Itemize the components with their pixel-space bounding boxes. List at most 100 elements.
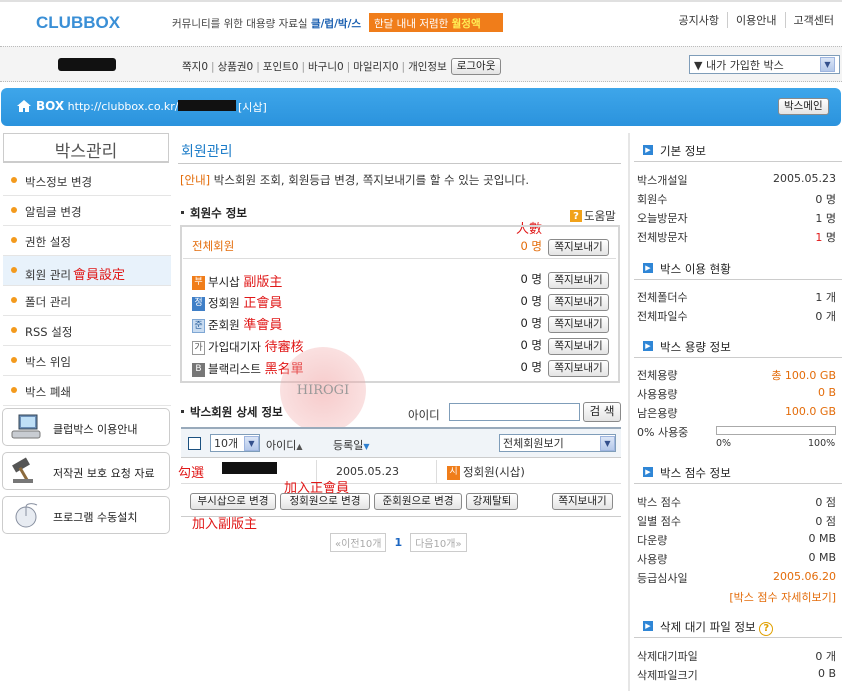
bullet-icon bbox=[11, 207, 17, 213]
scale-min: 0% bbox=[716, 438, 732, 449]
pagination: «이전10개 1 다음10개» bbox=[330, 533, 467, 552]
info-row: 사용량 0 MB bbox=[637, 551, 836, 566]
install-box[interactable]: 프로그램 수동설치 bbox=[2, 496, 170, 534]
send-message-all-button[interactable]: 쪽지보내기 bbox=[548, 239, 609, 256]
logout-button[interactable]: 로그아웃 bbox=[450, 58, 502, 75]
link-points[interactable]: 포인트0 bbox=[263, 59, 299, 74]
all-members-label: 전체회원 bbox=[192, 239, 235, 253]
current-page[interactable]: 1 bbox=[394, 536, 402, 549]
send-message-blacklist-button[interactable]: 쪽지보내기 bbox=[548, 360, 609, 377]
deletion-section: ▶ 삭제 대기 파일 정보 ? 삭제대기파일 0 개 삭제파일크기 0 B bbox=[634, 612, 842, 682]
send-message-regular-button[interactable]: 쪽지보내기 bbox=[548, 294, 609, 311]
score-heading: ▶ 박스 점수 정보 bbox=[634, 458, 842, 484]
send-message-subop-button[interactable]: 쪽지보내기 bbox=[548, 272, 609, 289]
redacted-box-id bbox=[178, 100, 236, 111]
member-filter-select[interactable]: 전체회원보기 ▼ bbox=[499, 434, 616, 452]
guide-box[interactable]: 클럽박스 이용안내 bbox=[2, 408, 170, 446]
basic-info-heading: ▶ 기본 정보 bbox=[634, 136, 842, 162]
link-basket[interactable]: 바구니0 bbox=[308, 59, 344, 74]
help-link[interactable]: ? 도움말 bbox=[570, 208, 616, 224]
nav-support[interactable]: 고객센터 bbox=[784, 12, 842, 28]
bullet-icon bbox=[11, 357, 17, 363]
chevron-down-icon: ▼ bbox=[600, 435, 615, 451]
tagline: 커뮤니티를 위한 대용량 자료실 클/럽/박/스 bbox=[172, 16, 361, 31]
help-icon[interactable]: ? bbox=[759, 622, 774, 636]
sort-by-id[interactable]: 아이디▲ bbox=[266, 437, 303, 453]
grade-badge: 부 bbox=[192, 275, 205, 290]
usage-heading: ▶ 박스 이용 현황 bbox=[634, 254, 842, 280]
chevron-down-icon: ▼ bbox=[820, 57, 835, 72]
change-to-subop-button[interactable]: 부시삽으로 변경 bbox=[190, 493, 276, 510]
sidebar-item-delegate[interactable]: 박스 위임 bbox=[3, 346, 171, 376]
sidebar-item-notice[interactable]: 알림글 변경 bbox=[3, 196, 171, 226]
next-page-button[interactable]: 다음10개» bbox=[410, 533, 467, 552]
basic-info-section: ▶ 기본 정보 박스개설일 2005.05.23 회원수 0 명 오늘방문자 1 명 전… bbox=[634, 136, 842, 244]
change-to-regular-button[interactable]: 정회원으로 변경 bbox=[280, 493, 370, 510]
nav-guide[interactable]: 이용안내 bbox=[727, 12, 784, 28]
user-links: 쪽지0 | 상품권0 | 포인트0 | 바구니0 | 마일리지0 | 개인정보 로그아웃 bbox=[182, 58, 502, 75]
page-title: 회원관리 bbox=[181, 144, 233, 160]
member-detail-heading: 박스회원 상세 정보 bbox=[181, 404, 283, 420]
search-button[interactable]: 검 색 bbox=[583, 402, 621, 422]
prev-page-button[interactable]: «이전10개 bbox=[330, 533, 387, 552]
info-row: 사용용량 0 B bbox=[637, 386, 836, 401]
send-message-associate-button[interactable]: 쪽지보내기 bbox=[548, 316, 609, 333]
link-personal-info[interactable]: 개인정보 bbox=[408, 59, 447, 74]
right-panel-border bbox=[628, 133, 630, 691]
redacted-member-id bbox=[222, 462, 277, 474]
info-row: 등급심사일 2005.06.20 bbox=[637, 570, 836, 585]
link-giftcard[interactable]: 상품권0 bbox=[218, 59, 254, 74]
capacity-section: ▶ 박스 용량 정보 전체용량 총 100.0 GB 사용용량 0 B 남은용량 100… bbox=[634, 332, 842, 439]
sidebar-item-close-box[interactable]: 박스 폐쇄 bbox=[3, 376, 171, 406]
intro-text: [안내] 박스회원 조회, 회원등급 변경, 쪽지보내기를 할 수 있는 곳입니… bbox=[180, 173, 530, 187]
joined-box-select[interactable]: ▼ 내가 가입한 박스 ▼ bbox=[689, 55, 840, 74]
box-url[interactable]: http://clubbox.co.kr/ bbox=[68, 100, 179, 113]
grade-row-regular: 정 정회원 正會員 bbox=[192, 292, 282, 311]
scale-max: 100% bbox=[808, 438, 836, 449]
bullet-icon bbox=[11, 267, 17, 273]
promo-banner[interactable]: 한달 내내 저렴한 월정액 bbox=[369, 13, 503, 32]
sidebar-item-folders[interactable]: 폴더 관리 bbox=[3, 286, 171, 316]
clubbox-logo[interactable]: CLUBBOX bbox=[36, 13, 120, 33]
score-detail-link[interactable]: [박스 점수 자세히보기] bbox=[634, 585, 842, 604]
send-message-selected-button[interactable]: 쪽지보내기 bbox=[552, 493, 613, 510]
link-message[interactable]: 쪽지0 bbox=[182, 59, 208, 74]
info-row: 박스 점수 0 점 bbox=[637, 496, 836, 509]
tagline-brand: 클/럽/박/스 bbox=[310, 18, 362, 30]
arrow-right-icon: ▶ bbox=[643, 621, 653, 631]
grade-count: 0 명 bbox=[520, 338, 542, 352]
top-nav: 공지사항 이용안내 고객센터 bbox=[671, 12, 842, 28]
info-row: 전체방문자 1 명 bbox=[637, 231, 836, 244]
column-divider bbox=[436, 460, 437, 484]
info-row: 삭제파일크기 0 B bbox=[637, 667, 836, 682]
sort-by-date[interactable]: 등록일▼ bbox=[333, 437, 370, 453]
mouse-icon bbox=[15, 503, 38, 528]
force-withdraw-button[interactable]: 강제탈퇴 bbox=[466, 493, 518, 510]
handwritten-note: 會員設定 bbox=[72, 268, 125, 283]
all-members-count: 0 명 bbox=[520, 239, 542, 253]
info-row: 일별 점수 0 점 bbox=[637, 515, 836, 528]
member-grade: 시 정회원(시삽) bbox=[447, 464, 525, 480]
select-all-checkbox[interactable] bbox=[188, 437, 201, 450]
info-row: 전체용량 총 100.0 GB bbox=[637, 369, 836, 382]
promo-text: 한달 내내 저렴한 bbox=[374, 18, 449, 30]
link-mileage[interactable]: 마일리지0 bbox=[353, 59, 398, 74]
grade-row-subop: 부 부시삽 副版主 bbox=[192, 271, 282, 290]
sidebar-item-members[interactable]: 회원 관리 會員設定 bbox=[3, 256, 171, 286]
bullet-icon bbox=[11, 237, 17, 243]
redacted-username bbox=[58, 58, 116, 71]
per-page-select[interactable]: 10개 ▼ bbox=[210, 434, 260, 452]
bullet-icon bbox=[11, 387, 17, 393]
sidebar-item-rss[interactable]: RSS 설정 bbox=[3, 316, 171, 346]
box-main-button[interactable]: 박스메인 bbox=[778, 98, 829, 115]
nav-notice[interactable]: 공지사항 bbox=[671, 12, 727, 28]
send-message-pending-button[interactable]: 쪽지보내기 bbox=[548, 338, 609, 355]
info-row: 남은용량 100.0 GB bbox=[637, 405, 836, 420]
change-to-associate-button[interactable]: 준회원으로 변경 bbox=[374, 493, 462, 510]
box-role-tag: [시삽] bbox=[238, 101, 267, 114]
arrow-right-icon: ▶ bbox=[643, 341, 653, 351]
id-search-input[interactable] bbox=[449, 403, 580, 421]
sidebar-item-box-info[interactable]: 박스정보 변경 bbox=[3, 166, 171, 196]
sidebar-item-permission[interactable]: 권한 설정 bbox=[3, 226, 171, 256]
copyright-box[interactable]: 저작권 보호 요청 자료 bbox=[2, 452, 170, 490]
